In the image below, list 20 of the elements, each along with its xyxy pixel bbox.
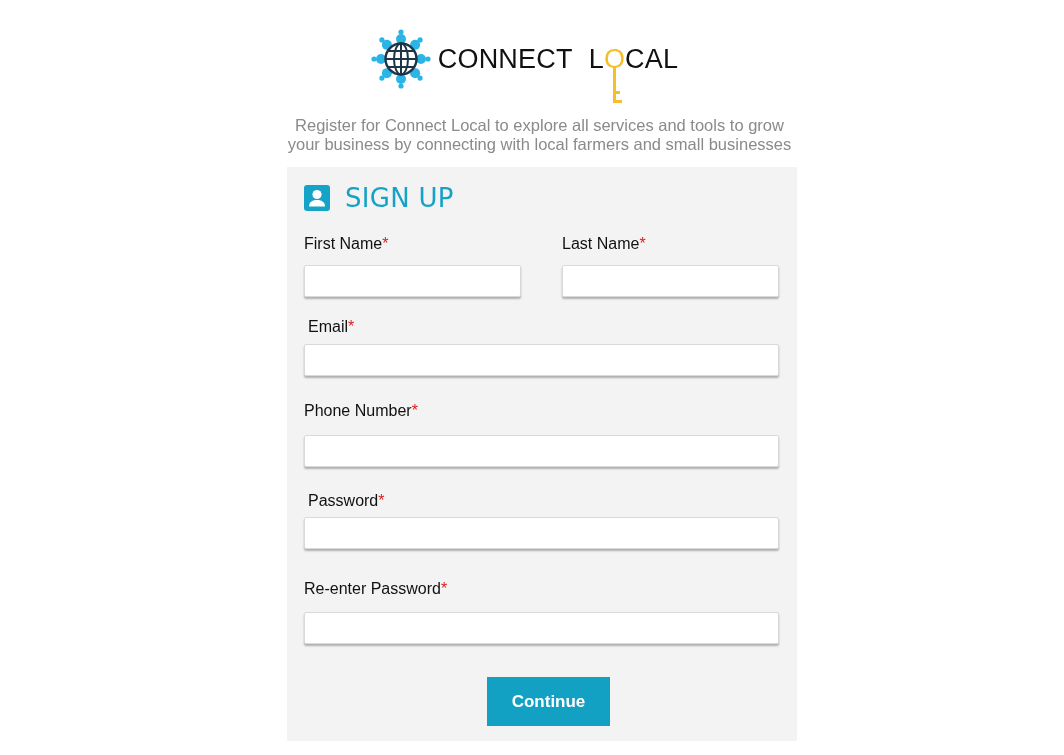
field-label: Phone Number* <box>304 401 418 420</box>
text-field[interactable] <box>304 612 779 644</box>
field-label: First Name* <box>304 234 389 253</box>
text-field[interactable] <box>304 265 521 297</box>
globe-icon <box>370 28 431 90</box>
field-label: Password* <box>308 491 385 510</box>
form-title: SIGN UP <box>345 184 454 211</box>
text-field[interactable] <box>562 265 779 297</box>
logo-text: CONNECT <box>437 45 573 73</box>
logo-text: LOCAL <box>588 43 679 74</box>
field-label: Email* <box>308 317 355 336</box>
continue-button[interactable]: Continue <box>487 677 610 726</box>
person-icon <box>304 184 330 211</box>
text-field[interactable] <box>304 517 779 549</box>
key-blade-icon <box>613 66 624 103</box>
field-label: Last Name* <box>562 234 646 253</box>
field-label: Re-enter Password* <box>304 579 448 598</box>
text-field[interactable] <box>304 435 779 467</box>
intro-text: Register for Connect Local to explore all services and tools to grow your business by connecting with local farmers and small businesses <box>286 116 793 154</box>
text-field[interactable] <box>304 344 779 376</box>
